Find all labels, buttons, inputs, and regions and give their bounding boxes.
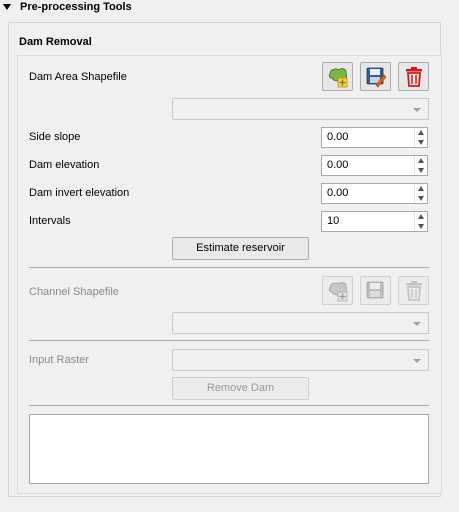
add-shapefile-icon (328, 68, 348, 88)
section-header-title[interactable]: Pre-processing Tools (20, 0, 132, 14)
intervals-label: Intervals (29, 215, 71, 227)
input-raster-label: Input Raster (29, 354, 89, 366)
save-dam-shapefile-button[interactable] (360, 62, 391, 91)
channel-shapefile-combo[interactable] (172, 312, 429, 334)
delete-channel-shapefile-button[interactable] (398, 276, 429, 305)
spin-down-icon[interactable] (418, 140, 424, 145)
input-raster-combo[interactable] (172, 349, 429, 371)
divider (29, 340, 429, 341)
dam-area-shapefile-label: Dam Area Shapefile (29, 71, 127, 83)
spin-down-icon[interactable] (418, 224, 424, 229)
divider (29, 267, 429, 268)
intervals-spinbox[interactable]: 10 (321, 211, 428, 232)
delete-dam-shapefile-button[interactable] (398, 62, 429, 91)
chevron-down-icon (413, 359, 421, 363)
add-dam-shapefile-button[interactable] (322, 62, 353, 91)
side-slope-spinbox[interactable]: 0.00 (321, 127, 428, 148)
spin-up-icon[interactable] (418, 214, 424, 219)
dam-area-shapefile-combo[interactable] (172, 98, 429, 120)
channel-shapefile-label: Channel Shapefile (29, 286, 119, 298)
collapse-arrow-icon[interactable] (3, 4, 11, 10)
remove-dam-button[interactable]: Remove Dam (172, 377, 309, 400)
side-slope-label: Side slope (29, 131, 81, 143)
save-channel-shapefile-button[interactable] (360, 276, 391, 305)
spin-up-icon[interactable] (418, 130, 424, 135)
spin-down-icon[interactable] (418, 168, 424, 173)
save-shapefile-icon (366, 67, 387, 88)
add-channel-shapefile-button[interactable] (322, 276, 353, 305)
log-output-textarea[interactable] (29, 414, 429, 484)
dam-invert-elevation-label: Dam invert elevation (29, 187, 130, 199)
dam-invert-elevation-spinbox[interactable]: 0.00 (321, 183, 428, 204)
delete-icon (406, 67, 422, 87)
dam-elevation-label: Dam elevation (29, 159, 100, 171)
dam-elevation-spinbox[interactable]: 0.00 (321, 155, 428, 176)
group-title: Dam Removal (19, 36, 92, 48)
spin-up-icon[interactable] (418, 186, 424, 191)
divider (29, 405, 429, 406)
spin-down-icon[interactable] (418, 196, 424, 201)
chevron-down-icon (413, 108, 421, 112)
spin-up-icon[interactable] (418, 158, 424, 163)
add-shapefile-icon (328, 282, 348, 302)
save-shapefile-icon (366, 281, 384, 299)
estimate-reservoir-button[interactable]: Estimate reservoir (172, 237, 309, 260)
chevron-down-icon (413, 322, 421, 326)
delete-icon (406, 281, 422, 301)
